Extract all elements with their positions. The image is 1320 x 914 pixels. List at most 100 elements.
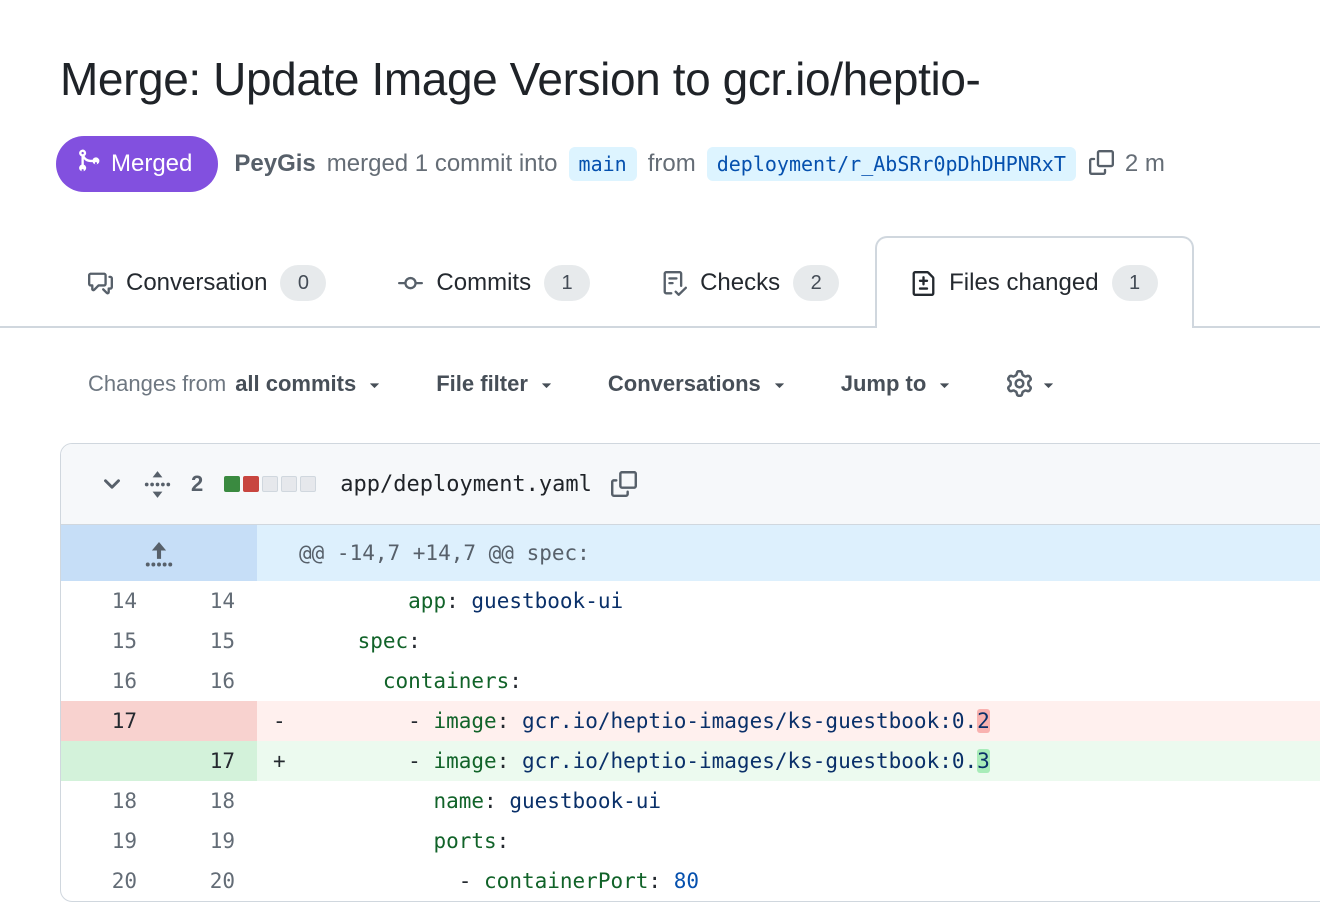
diff-line-context: 1616 containers:	[61, 661, 1320, 701]
jump-to-dropdown[interactable]: Jump to	[841, 371, 955, 397]
file-path[interactable]: app/deployment.yaml	[340, 472, 592, 497]
diff-code-cell: ports:	[257, 821, 1320, 861]
chevron-down-icon	[99, 471, 125, 497]
tab-files-changed[interactable]: Files changed 1	[875, 236, 1193, 328]
changes-from-dropdown[interactable]: Changes from all commits	[88, 371, 384, 397]
diffstat-square-neutral	[300, 476, 316, 492]
git-commit-icon	[398, 271, 423, 296]
merged-status-badge: Merged	[56, 136, 218, 192]
diff-marker: +	[273, 741, 307, 781]
expand-up-icon	[144, 541, 174, 565]
diff-code-cell: app: guestbook-ui	[257, 581, 1320, 621]
new-line-number[interactable]	[159, 701, 257, 741]
new-line-number[interactable]: 17	[159, 741, 257, 781]
diff-line-context: 1515 spec:	[61, 621, 1320, 661]
tab-counter: 0	[280, 265, 326, 301]
diff-table: @@ -14,7 +14,7 @@ spec:1414 app: guestbo…	[61, 525, 1320, 901]
file-diff-icon	[911, 271, 936, 296]
old-line-number[interactable]	[61, 741, 159, 781]
diffstat-square-added	[224, 476, 240, 492]
old-line-number[interactable]: 19	[61, 821, 159, 861]
pull-request-files-page: Merge: Update Image Version to gcr.io/he…	[0, 52, 1320, 914]
collapse-file-button[interactable]	[99, 471, 125, 497]
diff-line-del: 17- - image: gcr.io/heptio-images/ks-gue…	[61, 701, 1320, 741]
jump-to-label: Jump to	[841, 371, 927, 397]
conversations-dropdown[interactable]: Conversations	[608, 371, 789, 397]
diffstat-square-deleted	[243, 476, 259, 492]
diffstat-square-neutral	[262, 476, 278, 492]
new-line-number[interactable]: 14	[159, 581, 257, 621]
merge-action-text: merged 1 commit into	[327, 150, 558, 178]
drag-handle-icon[interactable]	[144, 470, 171, 499]
expand-hunk-button[interactable]	[61, 525, 257, 581]
old-line-number[interactable]: 14	[61, 581, 159, 621]
hunk-header-row: @@ -14,7 +14,7 @@ spec:	[61, 525, 1320, 581]
old-line-number[interactable]: 18	[61, 781, 159, 821]
new-line-number[interactable]: 18	[159, 781, 257, 821]
head-branch-label[interactable]: deployment/r_AbSRr0pDhDHPNRxT	[707, 147, 1076, 181]
caret-down-icon	[770, 373, 789, 394]
diff-code-cell: - containerPort: 80	[257, 861, 1320, 901]
pr-tab-bar: Conversation 0 Commits 1 Checks 2 Files …	[0, 240, 1320, 328]
file-header: 2 app/deployment.yaml	[61, 444, 1320, 525]
new-line-number[interactable]: 19	[159, 821, 257, 861]
gear-icon	[1006, 370, 1033, 397]
caret-down-icon	[537, 373, 556, 394]
old-line-number[interactable]: 20	[61, 861, 159, 901]
diff-code-cell: containers:	[257, 661, 1320, 701]
file-changes-count: 2	[191, 471, 203, 497]
diff-line-context: 2020 - containerPort: 80	[61, 861, 1320, 901]
diff-marker: -	[273, 701, 307, 741]
tab-label: Checks	[700, 269, 780, 297]
pr-status-row: Merged PeyGis merged 1 commit into main …	[56, 136, 1320, 192]
tab-counter: 2	[793, 265, 839, 301]
copy-file-path-button[interactable]	[611, 471, 637, 497]
file-diff-card: 2 app/deployment.yaml @@ -14,7 +14,7 @@ …	[60, 443, 1320, 902]
new-line-number[interactable]: 16	[159, 661, 257, 701]
changes-from-prefix: Changes from	[88, 371, 226, 397]
old-line-number[interactable]: 17	[61, 701, 159, 741]
base-branch-label[interactable]: main	[569, 147, 637, 181]
diff-line-context: 1818 name: guestbook-ui	[61, 781, 1320, 821]
diffstat-square-neutral	[281, 476, 297, 492]
diff-toolbar: Changes from all commits File filter Con…	[88, 370, 1320, 397]
copy-branch-button[interactable]	[1089, 150, 1114, 178]
tab-counter: 1	[544, 265, 590, 301]
tab-label: Files changed	[949, 269, 1098, 297]
changes-from-value: all commits	[235, 371, 356, 397]
tab-checks[interactable]: Checks 2	[626, 240, 875, 326]
copy-icon	[1089, 150, 1114, 178]
new-line-number[interactable]: 20	[159, 861, 257, 901]
diff-code-cell: name: guestbook-ui	[257, 781, 1320, 821]
comment-discussion-icon	[88, 271, 113, 296]
new-line-number[interactable]: 15	[159, 621, 257, 661]
diff-code-cell: + - image: gcr.io/heptio-images/ks-guest…	[257, 741, 1320, 781]
conversations-label: Conversations	[608, 371, 761, 397]
diff-line-context: 1919 ports:	[61, 821, 1320, 861]
merge-summary: PeyGis merged 1 commit into main from de…	[234, 147, 1165, 181]
caret-down-icon	[935, 373, 954, 394]
merge-timestamp: 2 m	[1125, 150, 1165, 178]
git-merge-icon	[76, 148, 101, 180]
file-filter-dropdown[interactable]: File filter	[436, 371, 556, 397]
author-link[interactable]: PeyGis	[234, 150, 315, 178]
checklist-icon	[662, 271, 687, 296]
old-line-number[interactable]: 15	[61, 621, 159, 661]
tab-commits[interactable]: Commits 1	[362, 240, 626, 326]
page-title: Merge: Update Image Version to gcr.io/he…	[60, 52, 1320, 106]
caret-down-icon	[365, 373, 384, 394]
file-filter-label: File filter	[436, 371, 528, 397]
from-text: from	[648, 150, 696, 178]
diff-settings-dropdown[interactable]	[1006, 370, 1058, 397]
tab-label: Commits	[436, 269, 531, 297]
tab-label: Conversation	[126, 269, 267, 297]
diff-line-context: 1414 app: guestbook-ui	[61, 581, 1320, 621]
diff-line-add: 17+ - image: gcr.io/heptio-images/ks-gue…	[61, 741, 1320, 781]
hunk-header-text: @@ -14,7 +14,7 @@ spec:	[257, 525, 1320, 581]
tab-conversation[interactable]: Conversation 0	[56, 240, 362, 326]
old-line-number[interactable]: 16	[61, 661, 159, 701]
diffstat-squares	[224, 476, 316, 492]
copy-icon	[611, 471, 637, 497]
tab-counter: 1	[1112, 265, 1158, 301]
diff-code-cell: spec:	[257, 621, 1320, 661]
